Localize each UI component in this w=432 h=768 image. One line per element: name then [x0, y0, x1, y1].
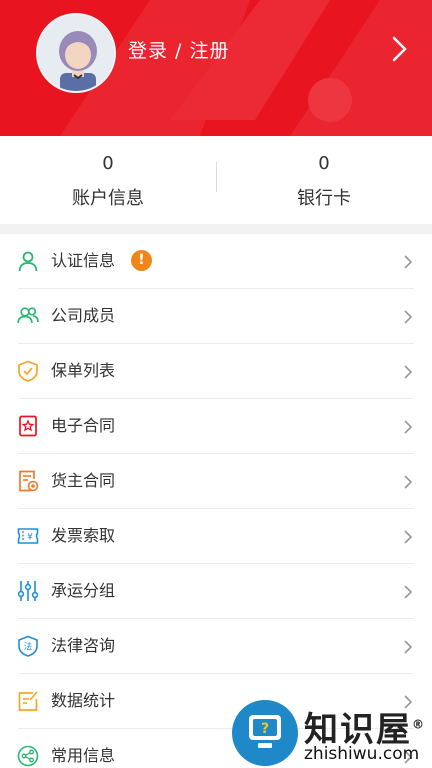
menu-item-certification[interactable]: 认证信息 !: [0, 234, 432, 289]
registered-mark: ®: [412, 717, 426, 732]
bank-card-stat[interactable]: 0 银行卡: [216, 136, 432, 224]
menu-item-carrier-group[interactable]: 承运分组: [0, 564, 432, 619]
watermark-url: zhishiwu.com: [304, 744, 420, 764]
menu-item-policy-list[interactable]: 保单列表: [0, 344, 432, 399]
menu-item-legal-consult[interactable]: 法 法律咨询: [0, 619, 432, 674]
chevron-right-icon: [404, 365, 413, 379]
avatar[interactable]: [36, 13, 116, 93]
account-info-stat[interactable]: 0 账户信息: [0, 136, 216, 224]
chevron-right-icon: [404, 640, 413, 654]
chevron-right-icon: [404, 420, 413, 434]
menu-item-label: 公司成员: [51, 306, 116, 325]
contract-star-icon: [19, 415, 37, 437]
watermark-logo: ?: [232, 700, 298, 766]
chevron-right-icon: [404, 310, 413, 324]
menu-item-label: 承运分组: [51, 581, 116, 600]
warning-badge: !: [131, 250, 152, 271]
sliders-icon: [17, 581, 39, 601]
chevron-right-icon: [404, 530, 413, 544]
group-icon: [17, 307, 39, 324]
bank-card-label: 银行卡: [297, 188, 351, 209]
menu-item-label: 电子合同: [51, 416, 116, 435]
menu-item-label: 认证信息: [51, 251, 116, 270]
menu-item-label: 货主合同: [51, 471, 116, 490]
login-register-link[interactable]: 登录 / 注册: [128, 36, 229, 63]
menu-item-e-contract[interactable]: 电子合同: [0, 399, 432, 454]
share-icon: [17, 745, 39, 767]
chevron-right-icon[interactable]: [388, 36, 410, 62]
menu-item-label: 法律咨询: [51, 636, 116, 655]
menu-item-invoice-request[interactable]: ¥ 发票索取: [0, 509, 432, 564]
invoice-ticket-icon: ¥: [17, 528, 39, 544]
shield-check-icon: [18, 360, 38, 382]
menu-item-label: 发票索取: [51, 526, 116, 545]
person-icon: [18, 251, 38, 272]
chevron-right-icon: [404, 585, 413, 599]
menu-list: 认证信息 ! 公司成员 保单列表 电子合同 货主合同 ¥ 发票索取 承运分组 法…: [0, 234, 432, 768]
document-seal-icon: [19, 470, 39, 492]
svg-text:¥: ¥: [27, 533, 33, 543]
account-info-value: 0: [102, 153, 114, 174]
bank-card-value: 0: [318, 153, 330, 174]
account-stats: 0 账户信息 0 银行卡: [0, 136, 432, 224]
site-watermark: ? 知识屋® zhishiwu.com: [232, 700, 432, 768]
menu-item-label: 常用信息: [51, 746, 116, 765]
account-info-label: 账户信息: [72, 188, 144, 209]
menu-item-company-members[interactable]: 公司成员: [0, 289, 432, 344]
law-shield-icon: 法: [18, 635, 38, 657]
menu-item-shipper-contract[interactable]: 货主合同: [0, 454, 432, 509]
chevron-right-icon: [404, 475, 413, 489]
edit-chart-icon: [18, 691, 38, 711]
profile-header[interactable]: 登录 / 注册: [0, 0, 432, 136]
menu-item-label: 保单列表: [51, 361, 116, 380]
menu-item-label: 数据统计: [51, 691, 116, 710]
svg-text:法: 法: [24, 642, 33, 653]
chevron-right-icon: [404, 255, 413, 269]
svg-text:?: ?: [261, 721, 269, 737]
monitor-question-icon: ?: [249, 715, 281, 748]
